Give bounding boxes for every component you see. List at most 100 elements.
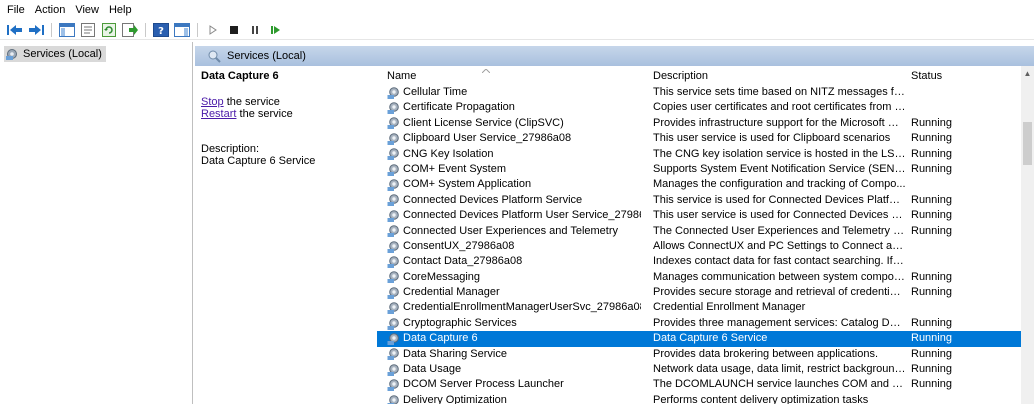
service-row[interactable]: Clipboard User Service_27986a08 This user… [377,131,1021,146]
column-header-status[interactable]: Status [899,66,1021,86]
service-name: Cryptographic Services [403,316,517,329]
service-name: Certificate Propagation [403,101,515,114]
restart-service-link[interactable]: Restart [201,108,236,120]
service-gear-icon [387,194,399,207]
menu-file[interactable]: File [4,0,32,20]
service-row[interactable]: CredentialEnrollmentManagerUserSvc_27986… [377,300,1021,315]
service-name-cell: CredentialEnrollmentManagerUserSvc_27986… [387,300,641,315]
services-gear-icon [6,49,17,60]
back-button[interactable] [6,22,24,38]
service-name: Client License Service (ClipSVC) [403,116,564,129]
service-name-cell: Data Sharing Service [387,347,641,362]
action-pane-icon [174,22,190,37]
service-description: This user service is used for Connected … [653,209,906,222]
service-name: Data Capture 6 [403,332,478,345]
service-name-cell: Connected Devices Platform Service [387,193,641,208]
selected-service-name: Data Capture 6 [201,70,279,82]
service-row[interactable]: Cryptographic Services Provides three man… [377,316,1021,331]
start-service-button[interactable] [204,22,222,38]
service-name: DCOM Server Process Launcher [403,378,564,391]
menu-view[interactable]: View [72,0,106,20]
service-row[interactable]: Client License Service (ClipSVC) Provides… [377,116,1021,131]
service-name-cell: Contact Data_27986a08 [387,254,641,269]
service-name-cell: DCOM Server Process Launcher [387,377,641,392]
stop-service-link[interactable]: Stop [201,96,224,108]
service-status: Running [911,316,952,329]
show-hide-action-pane-button[interactable] [173,22,191,38]
service-row[interactable]: CNG Key Isolation The CNG key isolation s… [377,147,1021,162]
column-header-name[interactable]: Name [377,66,641,86]
export-list-button[interactable] [121,22,139,38]
service-name: ConsentUX_27986a08 [403,239,515,252]
service-description: Indexes contact data for fast contact se… [653,255,906,268]
service-row[interactable]: Data Capture 6 Data Capture 6 Service Runn… [377,331,1021,347]
service-name-cell: CNG Key Isolation [387,147,641,162]
stop-icon [230,25,238,34]
service-row[interactable]: Connected User Experiences and Telemetry… [377,224,1021,239]
tree-item-services-local[interactable]: Services (Local) [4,46,106,62]
service-row[interactable]: COM+ Event System Supports System Event N… [377,162,1021,177]
service-status: Running [911,378,952,391]
show-hide-console-tree-button[interactable] [58,22,76,38]
service-description: Provides infrastructure support for the … [653,116,906,129]
service-gear-icon [387,379,399,392]
stop-link-suffix: the service [223,96,280,108]
service-row[interactable]: DCOM Server Process Launcher The DCOMLAUN… [377,377,1021,392]
service-row[interactable]: Certificate Propagation Copies user certi… [377,100,1021,115]
properties-icon [81,22,95,37]
pause-service-button[interactable] [246,22,264,38]
service-name-cell: ConsentUX_27986a08 [387,239,641,254]
forward-button[interactable] [27,22,45,38]
service-gear-icon [387,240,399,253]
service-row[interactable]: ConsentUX_27986a08 Allows ConnectUX and P… [377,239,1021,254]
service-name-cell: Delivery Optimization [387,393,641,404]
service-name: Connected Devices Platform User Service_… [403,209,641,222]
service-row[interactable]: Data Sharing Service Provides data broker… [377,347,1021,362]
service-name: Contact Data_27986a08 [403,255,523,268]
service-row[interactable]: Delivery Optimization Performs content de… [377,393,1021,404]
restart-service-button[interactable] [267,22,285,38]
service-name: COM+ System Application [403,178,532,191]
service-row[interactable]: Connected Devices Platform User Service_… [377,208,1021,223]
service-description: Supports System Event Notification Servi… [653,162,906,175]
toolbar-separator [51,22,52,37]
service-row[interactable]: Connected Devices Platform Service This s… [377,193,1021,208]
help-button[interactable]: ? [152,22,170,38]
service-name: CoreMessaging [403,270,481,283]
properties-button[interactable] [79,22,97,38]
service-name-cell: COM+ Event System [387,162,641,177]
service-row[interactable]: Cellular Time This service sets time base… [377,85,1021,100]
play-icon [209,24,217,35]
services-search-icon [208,50,221,63]
description-text: Data Capture 6 Service [201,155,316,167]
service-gear-icon [387,317,399,330]
restart-icon [271,25,280,34]
restart-link-suffix: the service [236,108,293,120]
service-name-cell: Connected User Experiences and Telemetry [387,224,641,239]
vertical-scrollbar[interactable]: ▲ [1021,66,1034,404]
service-row[interactable]: CoreMessaging Manages communication betwe… [377,270,1021,285]
service-row[interactable]: Credential Manager Provides secure storag… [377,285,1021,300]
menu-help[interactable]: Help [106,0,139,20]
tree-item-label: Services (Local) [23,48,102,60]
back-arrow-icon [7,24,22,35]
menu-action[interactable]: Action [32,0,73,20]
scrollbar-thumb[interactable] [1023,122,1032,165]
service-description: Data Capture 6 Service [653,332,768,345]
service-name-cell: Cryptographic Services [387,316,641,331]
column-header-description[interactable]: Description [641,66,899,86]
refresh-button[interactable] [100,22,118,38]
service-name-cell: Credential Manager [387,285,641,300]
service-name: Credential Manager [403,286,500,299]
service-description: The Connected User Experiences and Telem… [653,224,906,237]
service-gear-icon [387,163,399,176]
service-row[interactable]: Contact Data_27986a08 Indexes contact dat… [377,254,1021,269]
service-name-cell: CoreMessaging [387,270,641,285]
service-row[interactable]: Data Usage Network data usage, data limit… [377,362,1021,377]
service-description: This service sets time based on NITZ mes… [653,86,906,98]
service-gear-icon [387,225,399,238]
service-row[interactable]: COM+ System Application Manages the confi… [377,177,1021,192]
scroll-up-icon[interactable]: ▲ [1021,66,1034,80]
sort-ascending-icon [482,69,490,73]
stop-service-button[interactable] [225,22,243,38]
